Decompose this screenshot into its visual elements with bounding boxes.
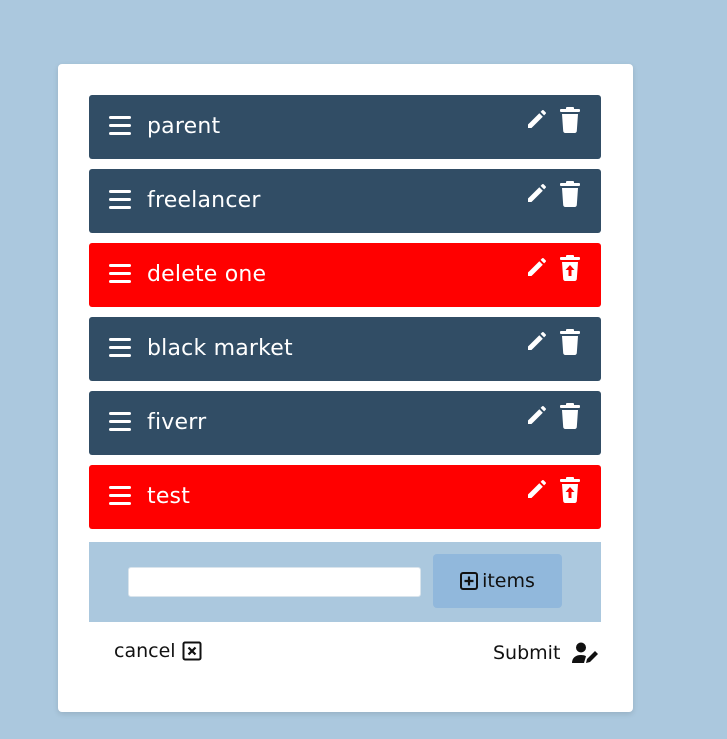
drag-handle-icon[interactable]: [109, 116, 131, 136]
trash-restore-icon[interactable]: [559, 255, 581, 281]
trash-icon[interactable]: [559, 329, 581, 355]
list-item-deleted[interactable]: delete one: [89, 243, 601, 307]
list-item[interactable]: parent: [89, 95, 601, 159]
cancel-label: cancel: [114, 640, 176, 662]
submit-button[interactable]: Submit: [493, 642, 600, 664]
pencil-icon[interactable]: [525, 329, 549, 353]
edit-items-card: parent freelancer delete one black marke…: [58, 64, 633, 712]
pencil-icon[interactable]: [525, 477, 549, 501]
list-item[interactable]: fiverr: [89, 391, 601, 455]
card-footer: cancel Submit: [58, 634, 633, 674]
trash-restore-icon[interactable]: [559, 477, 581, 503]
item-label: black market: [147, 336, 293, 361]
trash-icon[interactable]: [559, 181, 581, 207]
drag-handle-icon[interactable]: [109, 486, 131, 506]
add-items-button[interactable]: items: [433, 554, 562, 608]
submit-label: Submit: [493, 642, 561, 664]
trash-icon[interactable]: [559, 403, 581, 429]
list-item-deleted[interactable]: test: [89, 465, 601, 529]
plus-square-icon: [460, 572, 479, 590]
item-label: fiverr: [147, 410, 207, 435]
list-item[interactable]: black market: [89, 317, 601, 381]
pencil-icon[interactable]: [525, 107, 549, 131]
new-item-input[interactable]: [128, 567, 421, 597]
item-label: delete one: [147, 262, 267, 287]
drag-handle-icon[interactable]: [109, 338, 131, 358]
add-items-label: items: [482, 570, 535, 592]
drag-handle-icon[interactable]: [109, 190, 131, 210]
add-item-bar: items: [89, 542, 601, 622]
drag-handle-icon[interactable]: [109, 264, 131, 284]
cancel-button[interactable]: cancel: [114, 640, 202, 662]
pencil-icon[interactable]: [525, 403, 549, 427]
pencil-icon[interactable]: [525, 181, 549, 205]
trash-icon[interactable]: [559, 107, 581, 133]
item-label: freelancer: [147, 188, 261, 213]
list-item[interactable]: freelancer: [89, 169, 601, 233]
item-label: parent: [147, 114, 221, 139]
user-edit-icon: [572, 642, 599, 663]
item-list: parent freelancer delete one black marke…: [89, 95, 601, 539]
drag-handle-icon[interactable]: [109, 412, 131, 432]
pencil-icon[interactable]: [525, 255, 549, 279]
close-square-icon: [182, 641, 202, 661]
item-label: test: [147, 484, 191, 509]
